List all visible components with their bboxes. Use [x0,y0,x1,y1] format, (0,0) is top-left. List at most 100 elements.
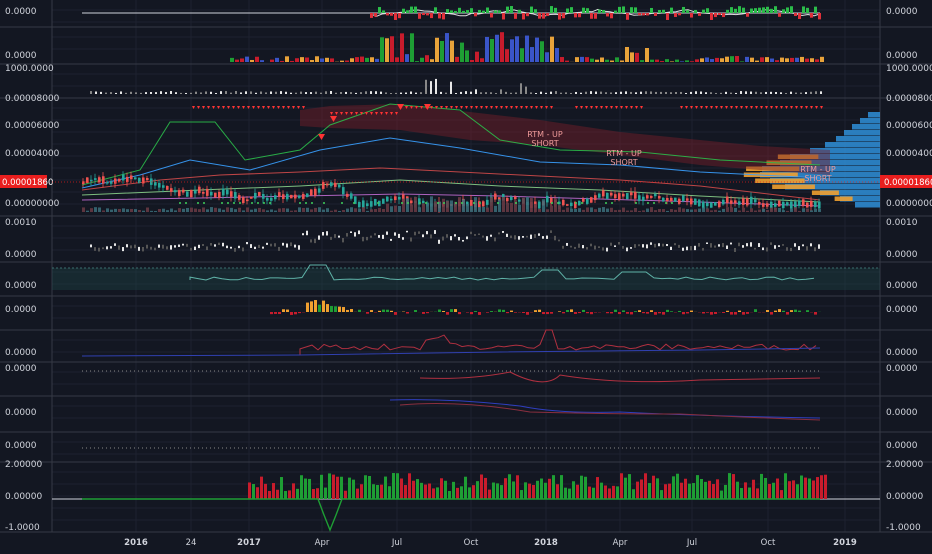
candle-body [358,202,361,207]
pane-5-candle [686,247,688,251]
pane-5-candle [718,244,720,246]
right-axis-label: 0.0000 [886,7,918,17]
support-dot [239,202,241,204]
candle-body [782,202,785,208]
pane-7-histogram-bar [318,305,321,312]
pane-3-candle [800,93,802,94]
pane-2-bar [415,61,419,62]
price-pane-volume-bar [478,207,481,212]
pane-12-bar [752,480,755,499]
pane-7-histogram-bar [734,312,737,315]
tradingview-chart[interactable]: 0.00000.00000.00000.00001000.00001000.00… [0,0,932,550]
price-pane-volume-bar [298,207,301,212]
pane-5-candle [294,245,296,248]
right-axis-label: 1000.0000 [886,64,932,74]
pane-5-candle [562,246,564,249]
pane-12-bar [780,490,783,499]
pane-12-bar [324,488,327,499]
candle-body [262,194,265,199]
chart-canvas[interactable]: 0.00000.00000.00000.00001000.00001000.00… [0,0,932,550]
pane-7-histogram-bar [790,310,793,312]
pane-7-histogram-bar [630,312,633,314]
pane-3-candle [235,91,237,94]
pane-3-candle [735,93,737,94]
candle-body [302,194,305,199]
candle-body [790,202,793,209]
pane-2-bar [375,59,379,62]
pane-5-candle [374,233,376,235]
price-pane-volume-bar [382,209,385,212]
pane-7-histogram-bar [426,312,429,313]
pane-5-candle [158,245,160,248]
pane-12-bar [272,483,275,499]
pane-3-candle [390,93,392,94]
pane-3-candle [295,93,297,94]
price-pane-volume-bar [362,207,365,212]
pane-12-bar [560,475,563,499]
pane-5-candle [506,234,508,237]
pane-2-bar [500,32,504,62]
pane-7-histogram-bar [446,312,449,315]
price-pane-volume-bar [450,200,453,212]
candle-body [734,200,737,203]
price-pane-volume-bar [654,210,657,212]
pane-7-histogram-bar [722,312,725,313]
pane-2-bar [690,61,694,62]
time-axis-label: Apr [315,538,330,548]
pane-5-candle [602,247,604,250]
price-pane-volume-bar [234,209,237,212]
pane-12-bar [472,485,475,499]
pane-3-candle [795,93,797,94]
candle-body [254,193,257,199]
pane-12-bar [376,485,379,499]
histogram-bar [526,13,529,16]
candle-body [566,204,569,206]
pane-2-bar [765,57,769,62]
pane-12-bar [504,478,507,499]
pane-12-bar [604,485,607,499]
pane-7-histogram-bar [282,309,285,312]
pane-2-bar [250,60,254,62]
pane-7-histogram-bar [742,312,745,315]
pane-5-candle [102,247,104,249]
pane-3-candle [665,92,667,94]
pane-5-candle [438,240,440,244]
pane-5-candle [782,244,784,246]
pane-7-histogram-bar [614,310,617,312]
histogram-bar [574,13,577,17]
pane-7-histogram-bar [474,311,477,312]
price-pane-volume-bar [546,209,549,212]
pane-12-bar [564,488,567,499]
pane-2-bar [590,59,594,62]
pane-3-candle [500,89,502,94]
pane-3-candle [615,92,617,94]
pane-5-candle [526,236,528,238]
pane-5-candle [210,243,212,246]
candle-body [142,177,145,183]
pane-5-candle [478,234,480,236]
pane-12-bar [352,480,355,499]
price-pane-volume-bar [690,210,693,212]
pane-12-bar [276,490,279,499]
pane-5-candle [118,246,120,250]
histogram-bar [450,10,453,13]
pane-12-bar [476,481,479,499]
right-axis-label: -1.0000 [886,523,921,533]
pane-10-plot [390,400,820,420]
right-axis-label: 0.0000 [886,281,918,291]
histogram-bar [614,11,617,13]
candle-body [162,185,165,188]
pane-5-candle [818,244,820,248]
histogram-bar [466,10,469,13]
pane-3-candle [525,87,527,94]
pane-5-candle [750,242,752,246]
price-pane-volume-bar [406,198,409,212]
pane-5-candle [122,247,124,251]
price-pane-volume-bar [562,210,565,212]
pane-12-bar [784,473,787,499]
price-pane-volume-bar [818,209,821,212]
pane-12-bar [584,477,587,499]
histogram-bar [770,9,773,13]
pane-5-candle [430,234,432,238]
pane-5-candle [706,242,708,244]
